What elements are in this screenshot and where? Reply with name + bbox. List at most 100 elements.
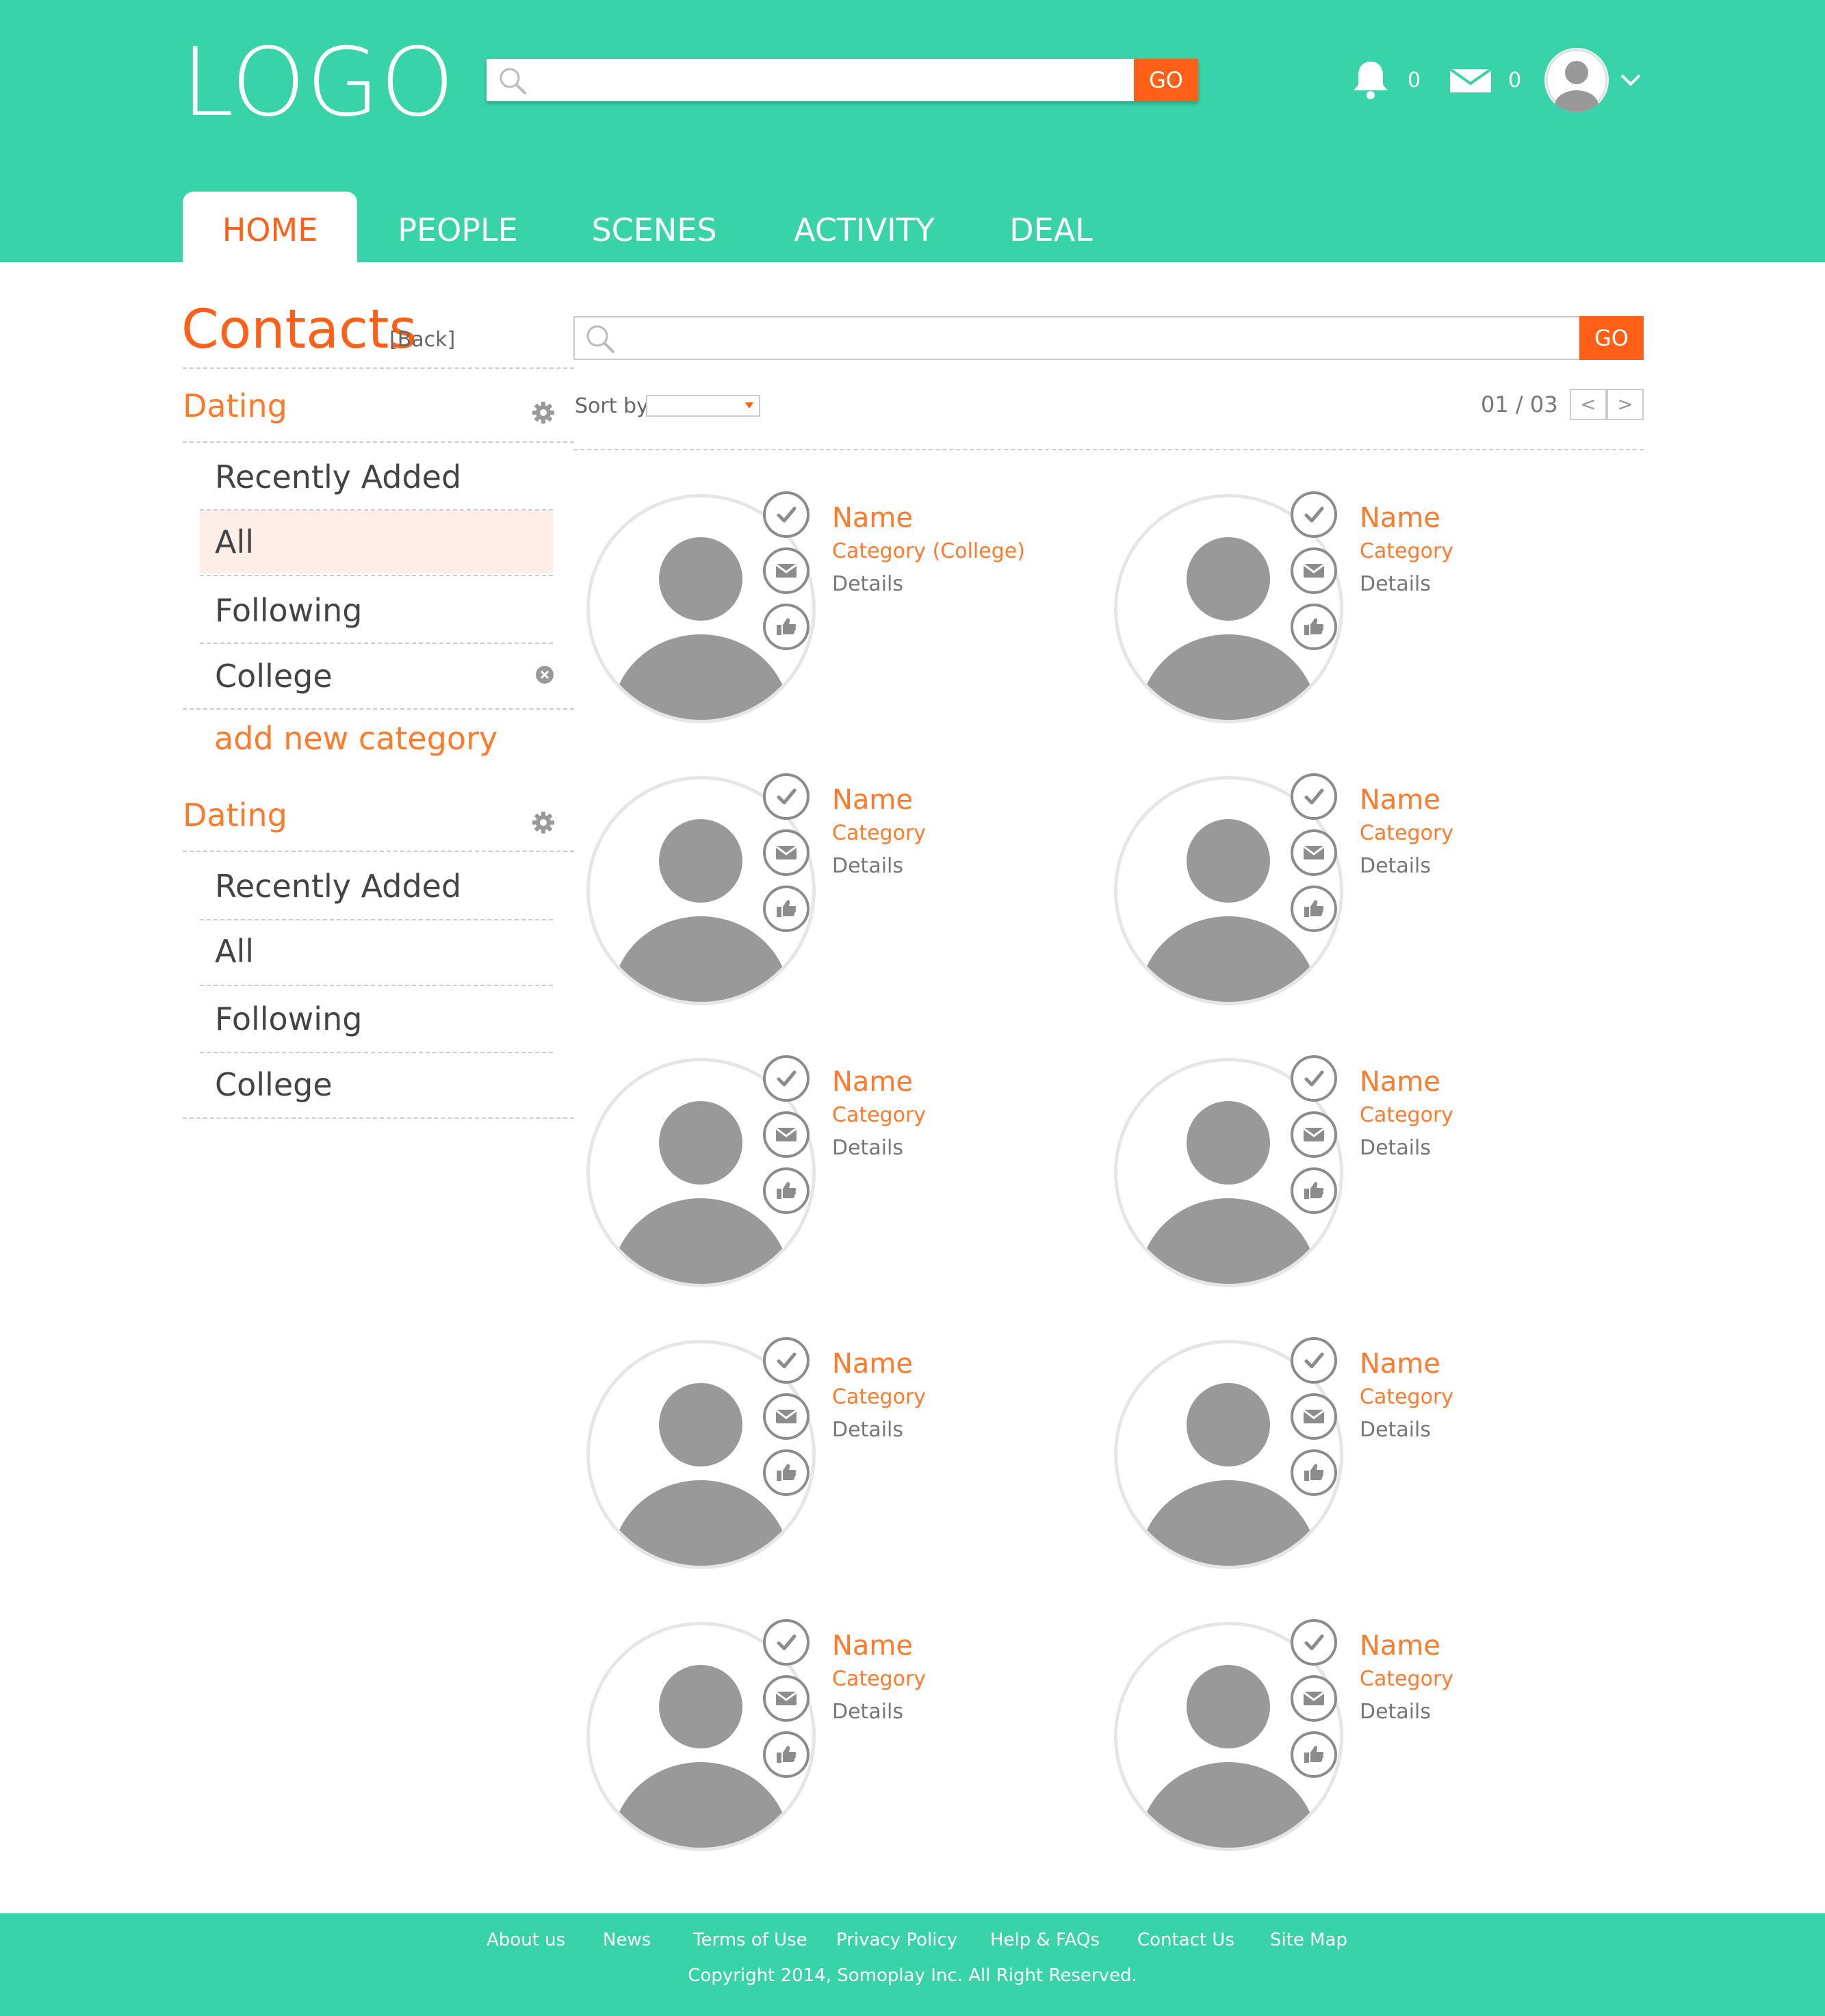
- contacts-search-input[interactable]: [627, 318, 1574, 360]
- contact-name[interactable]: Name: [1360, 784, 1440, 816]
- contact-details: Details: [1360, 1136, 1432, 1160]
- sidebar-item-recently-added[interactable]: Recently Added: [200, 855, 553, 918]
- sidebar-item-college[interactable]: College: [200, 645, 553, 708]
- logo[interactable]: LOGO: [181, 31, 455, 134]
- message-button[interactable]: [1291, 1393, 1337, 1440]
- contacts-search-go-button[interactable]: GO: [1579, 316, 1644, 360]
- footer-link-news[interactable]: News: [603, 1930, 651, 1950]
- like-button[interactable]: [763, 1449, 810, 1496]
- footer-link-terms[interactable]: Terms of Use: [693, 1930, 807, 1950]
- top-search-go-button[interactable]: GO: [1134, 59, 1198, 101]
- contact-name[interactable]: Name: [832, 784, 913, 816]
- sidebar-item-recently-added[interactable]: Recently Added: [200, 445, 553, 508]
- footer-link-privacy[interactable]: Privacy Policy: [836, 1930, 957, 1950]
- message-button[interactable]: [1291, 1111, 1337, 1158]
- accept-button[interactable]: [1291, 773, 1337, 820]
- page-title: Contacts: [181, 299, 417, 361]
- message-button[interactable]: [763, 829, 810, 876]
- gear-icon[interactable]: [532, 811, 555, 837]
- like-button[interactable]: [763, 1731, 810, 1778]
- message-button[interactable]: [763, 547, 810, 594]
- sidebar-item-all[interactable]: All: [200, 511, 553, 573]
- contact-details: Details: [1360, 1418, 1432, 1442]
- contact-name[interactable]: Name: [832, 1066, 913, 1098]
- contact-category: Category (College): [832, 539, 1025, 563]
- close-circle-icon[interactable]: [535, 665, 554, 687]
- sidebar-item-all[interactable]: All: [200, 920, 553, 983]
- contact-name[interactable]: Name: [832, 1348, 913, 1380]
- message-button[interactable]: [763, 1675, 810, 1722]
- accept-button[interactable]: [1291, 1055, 1337, 1102]
- contact-name[interactable]: Name: [1360, 502, 1440, 534]
- tab-scenes[interactable]: SCENES: [586, 192, 723, 262]
- group-title-1[interactable]: Dating: [183, 387, 287, 424]
- caret-down-icon: [745, 402, 753, 409]
- contact-category: Category: [832, 1103, 927, 1127]
- accept-button[interactable]: [1291, 1337, 1337, 1384]
- like-button[interactable]: [1291, 886, 1337, 932]
- like-button[interactable]: [763, 886, 810, 932]
- prev-page-button[interactable]: <: [1570, 389, 1607, 420]
- accept-button[interactable]: [1291, 491, 1337, 538]
- contact-name[interactable]: Name: [1360, 1630, 1440, 1662]
- tab-deal[interactable]: DEAL: [1000, 192, 1102, 262]
- footer-link-contact[interactable]: Contact Us: [1137, 1930, 1234, 1950]
- contact-details: Details: [832, 854, 904, 878]
- footer-link-help[interactable]: Help & FAQs: [990, 1930, 1100, 1950]
- user-avatar[interactable]: [1544, 48, 1609, 112]
- contact-name[interactable]: Name: [1360, 1348, 1440, 1380]
- contact-card[interactable]: Name Category Details: [1101, 1055, 1621, 1304]
- sidebar-item-college[interactable]: College: [200, 1053, 553, 1116]
- contact-name[interactable]: Name: [832, 1630, 913, 1662]
- add-category-link[interactable]: add new category: [214, 720, 497, 757]
- tab-people[interactable]: PEOPLE: [387, 192, 528, 262]
- top-search-input[interactable]: [541, 59, 1132, 101]
- contact-card[interactable]: Name Category Details: [573, 1337, 1093, 1586]
- message-button[interactable]: [1291, 829, 1337, 876]
- group-title-2[interactable]: Dating: [183, 797, 287, 833]
- accept-button[interactable]: [763, 491, 810, 538]
- like-button[interactable]: [763, 604, 810, 650]
- gear-icon[interactable]: [532, 401, 555, 427]
- contact-category: Category: [1360, 1385, 1454, 1409]
- footer: About us News Terms of Use Privacy Polic…: [0, 1913, 1825, 2016]
- contact-card[interactable]: Name Category Details: [1101, 491, 1621, 740]
- contact-card[interactable]: Name Category Details: [573, 1619, 1093, 1868]
- sidebar-item-following[interactable]: Following: [200, 579, 553, 642]
- footer-link-sitemap[interactable]: Site Map: [1270, 1930, 1347, 1950]
- tab-home[interactable]: HOME: [183, 192, 357, 262]
- message-button[interactable]: [1291, 547, 1337, 594]
- contact-card[interactable]: Name Category Details: [1101, 1337, 1621, 1586]
- like-button[interactable]: [1291, 604, 1337, 650]
- accept-button[interactable]: [1291, 1619, 1337, 1666]
- footer-link-about[interactable]: About us: [487, 1930, 565, 1950]
- tab-activity[interactable]: ACTIVITY: [792, 192, 937, 262]
- messages-count: 0: [1508, 68, 1522, 92]
- accept-button[interactable]: [763, 1337, 810, 1384]
- contact-card[interactable]: Name Category Details: [1101, 773, 1621, 1022]
- accept-button[interactable]: [763, 1055, 810, 1102]
- message-button[interactable]: [763, 1111, 810, 1158]
- contact-name[interactable]: Name: [1360, 1066, 1440, 1098]
- accept-button[interactable]: [763, 1619, 810, 1666]
- chevron-down-icon[interactable]: [1620, 73, 1642, 90]
- next-page-button[interactable]: >: [1607, 389, 1644, 420]
- like-button[interactable]: [763, 1167, 810, 1214]
- contact-name[interactable]: Name: [832, 502, 913, 534]
- contact-card[interactable]: Name Category (College) Details: [573, 491, 1093, 740]
- like-button[interactable]: [1291, 1449, 1337, 1496]
- contact-card[interactable]: Name Category Details: [1101, 1619, 1621, 1868]
- envelope-icon[interactable]: [1449, 68, 1492, 96]
- bell-icon[interactable]: [1351, 59, 1390, 103]
- divider: [200, 985, 553, 986]
- like-button[interactable]: [1291, 1167, 1337, 1214]
- accept-button[interactable]: [763, 773, 810, 820]
- contact-card[interactable]: Name Category Details: [573, 773, 1093, 1022]
- back-link[interactable]: [Back]: [389, 328, 455, 352]
- sidebar-item-following[interactable]: Following: [200, 987, 553, 1050]
- contact-card[interactable]: Name Category Details: [573, 1055, 1093, 1304]
- message-button[interactable]: [763, 1393, 810, 1440]
- sort-select[interactable]: [646, 395, 760, 417]
- like-button[interactable]: [1291, 1731, 1337, 1778]
- message-button[interactable]: [1291, 1675, 1337, 1722]
